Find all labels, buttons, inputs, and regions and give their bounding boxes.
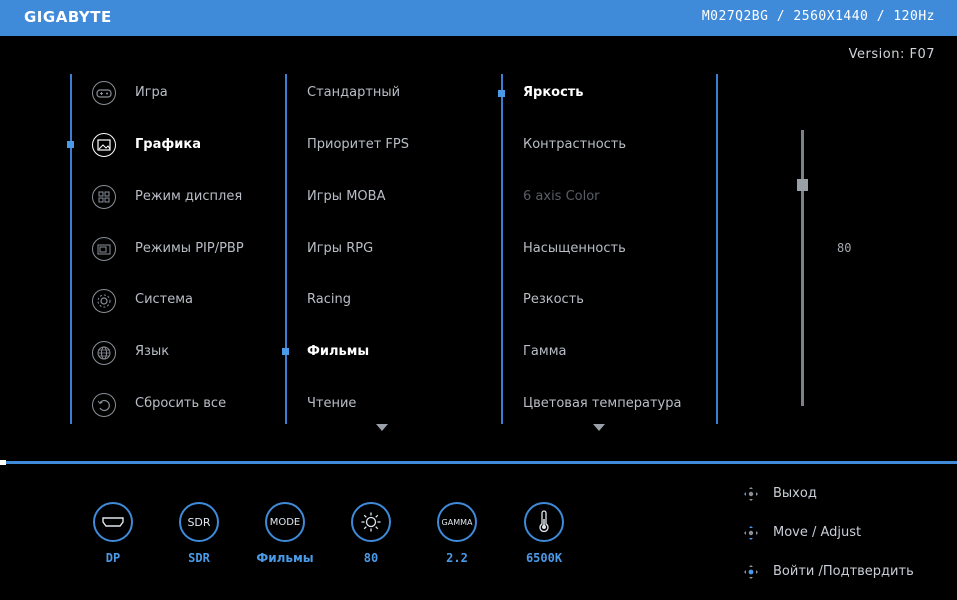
joystick-updown-icon (744, 526, 758, 540)
status-label-input: DP (105, 551, 121, 565)
nav-hint-label: Move / Adjust (773, 525, 862, 540)
picture-mode-selection-marker (282, 348, 289, 355)
setting-brightness[interactable]: Яркость (523, 85, 584, 100)
joystick-press-icon (744, 565, 758, 579)
picture-icon (92, 133, 116, 157)
pip-icon (92, 237, 116, 261)
setting-gamma[interactable]: Гамма (523, 344, 566, 359)
setting-contrast[interactable]: Контрастность (523, 137, 626, 152)
joystick-left-icon (744, 487, 758, 501)
status-label-sdr: SDR (188, 551, 210, 565)
title-bar: GIGABYTE M027Q2BG / 2560X1440 / 120Hz (0, 0, 957, 36)
picture-mode-standard[interactable]: Стандартный (307, 85, 400, 100)
setting-6-axis-color: 6 axis Color (523, 189, 600, 204)
column-3-divider (501, 74, 503, 424)
status-label-brightness: 80 (363, 551, 379, 565)
setting-saturation[interactable]: Насыщенность (523, 241, 626, 256)
menu-item-label: Система (135, 292, 194, 307)
nav-hint-label: Выход (773, 486, 817, 501)
gamma-icon: GAMMA (437, 502, 477, 542)
picture-mode-rpg[interactable]: Игры RPG (307, 241, 373, 256)
slider-thumb[interactable] (797, 179, 808, 192)
nav-hint-label: Войти /Подтвердить (773, 564, 914, 579)
column-4-divider (716, 74, 718, 424)
status-label-gamma: 2.2 (446, 551, 468, 565)
status-label-mode: Фильмы (256, 551, 314, 565)
slider-track[interactable] (801, 130, 804, 406)
picture-mode-moba[interactable]: Игры MOBA (307, 189, 385, 204)
gamepad-icon (92, 81, 116, 105)
menu-item-label: Сбросить все (135, 396, 227, 411)
brightness-sun-icon (351, 502, 391, 542)
reset-icon (92, 393, 116, 417)
mode-icon: MODE (265, 502, 305, 542)
menu-item-label: Режимы PIP/PBP (135, 241, 244, 256)
globe-icon (92, 341, 116, 365)
display-mode-icon (92, 185, 116, 209)
brand-logo: GIGABYTE (24, 8, 112, 26)
model-info: M027Q2BG / 2560X1440 / 120Hz (701, 9, 935, 24)
menu-item-label: Графика (135, 137, 201, 152)
status-label-temperature: 6500K (525, 551, 563, 565)
bottom-divider (0, 461, 957, 464)
system-gear-icon (92, 289, 116, 313)
scroll-down-arrow-icon[interactable] (376, 424, 388, 431)
column-1-divider (70, 74, 72, 424)
main-menu-selection-marker (67, 141, 74, 148)
picture-mode-movies[interactable]: Фильмы (307, 344, 369, 359)
column-2-divider (285, 74, 287, 424)
menu-item-label: Игра (135, 85, 168, 100)
setting-sharpness[interactable]: Резкость (523, 292, 584, 307)
divider-indicator (0, 460, 6, 465)
hdmi-port-icon (93, 502, 133, 542)
sdr-icon: SDR (179, 502, 219, 542)
thermometer-icon (524, 502, 564, 542)
picture-mode-racing[interactable]: Racing (307, 292, 351, 307)
scroll-down-arrow-icon[interactable] (593, 424, 605, 431)
menu-item-label: Язык (135, 344, 170, 359)
picture-mode-reading[interactable]: Чтение (307, 396, 356, 411)
slider-value: 80 (837, 241, 852, 255)
picture-mode-fps[interactable]: Приоритет FPS (307, 137, 409, 152)
setting-selection-marker (498, 90, 505, 97)
menu-item-label: Режим дисплея (135, 189, 243, 204)
firmware-version: Version: F07 (848, 47, 935, 62)
setting-color-temperature[interactable]: Цветовая температура (523, 396, 681, 411)
